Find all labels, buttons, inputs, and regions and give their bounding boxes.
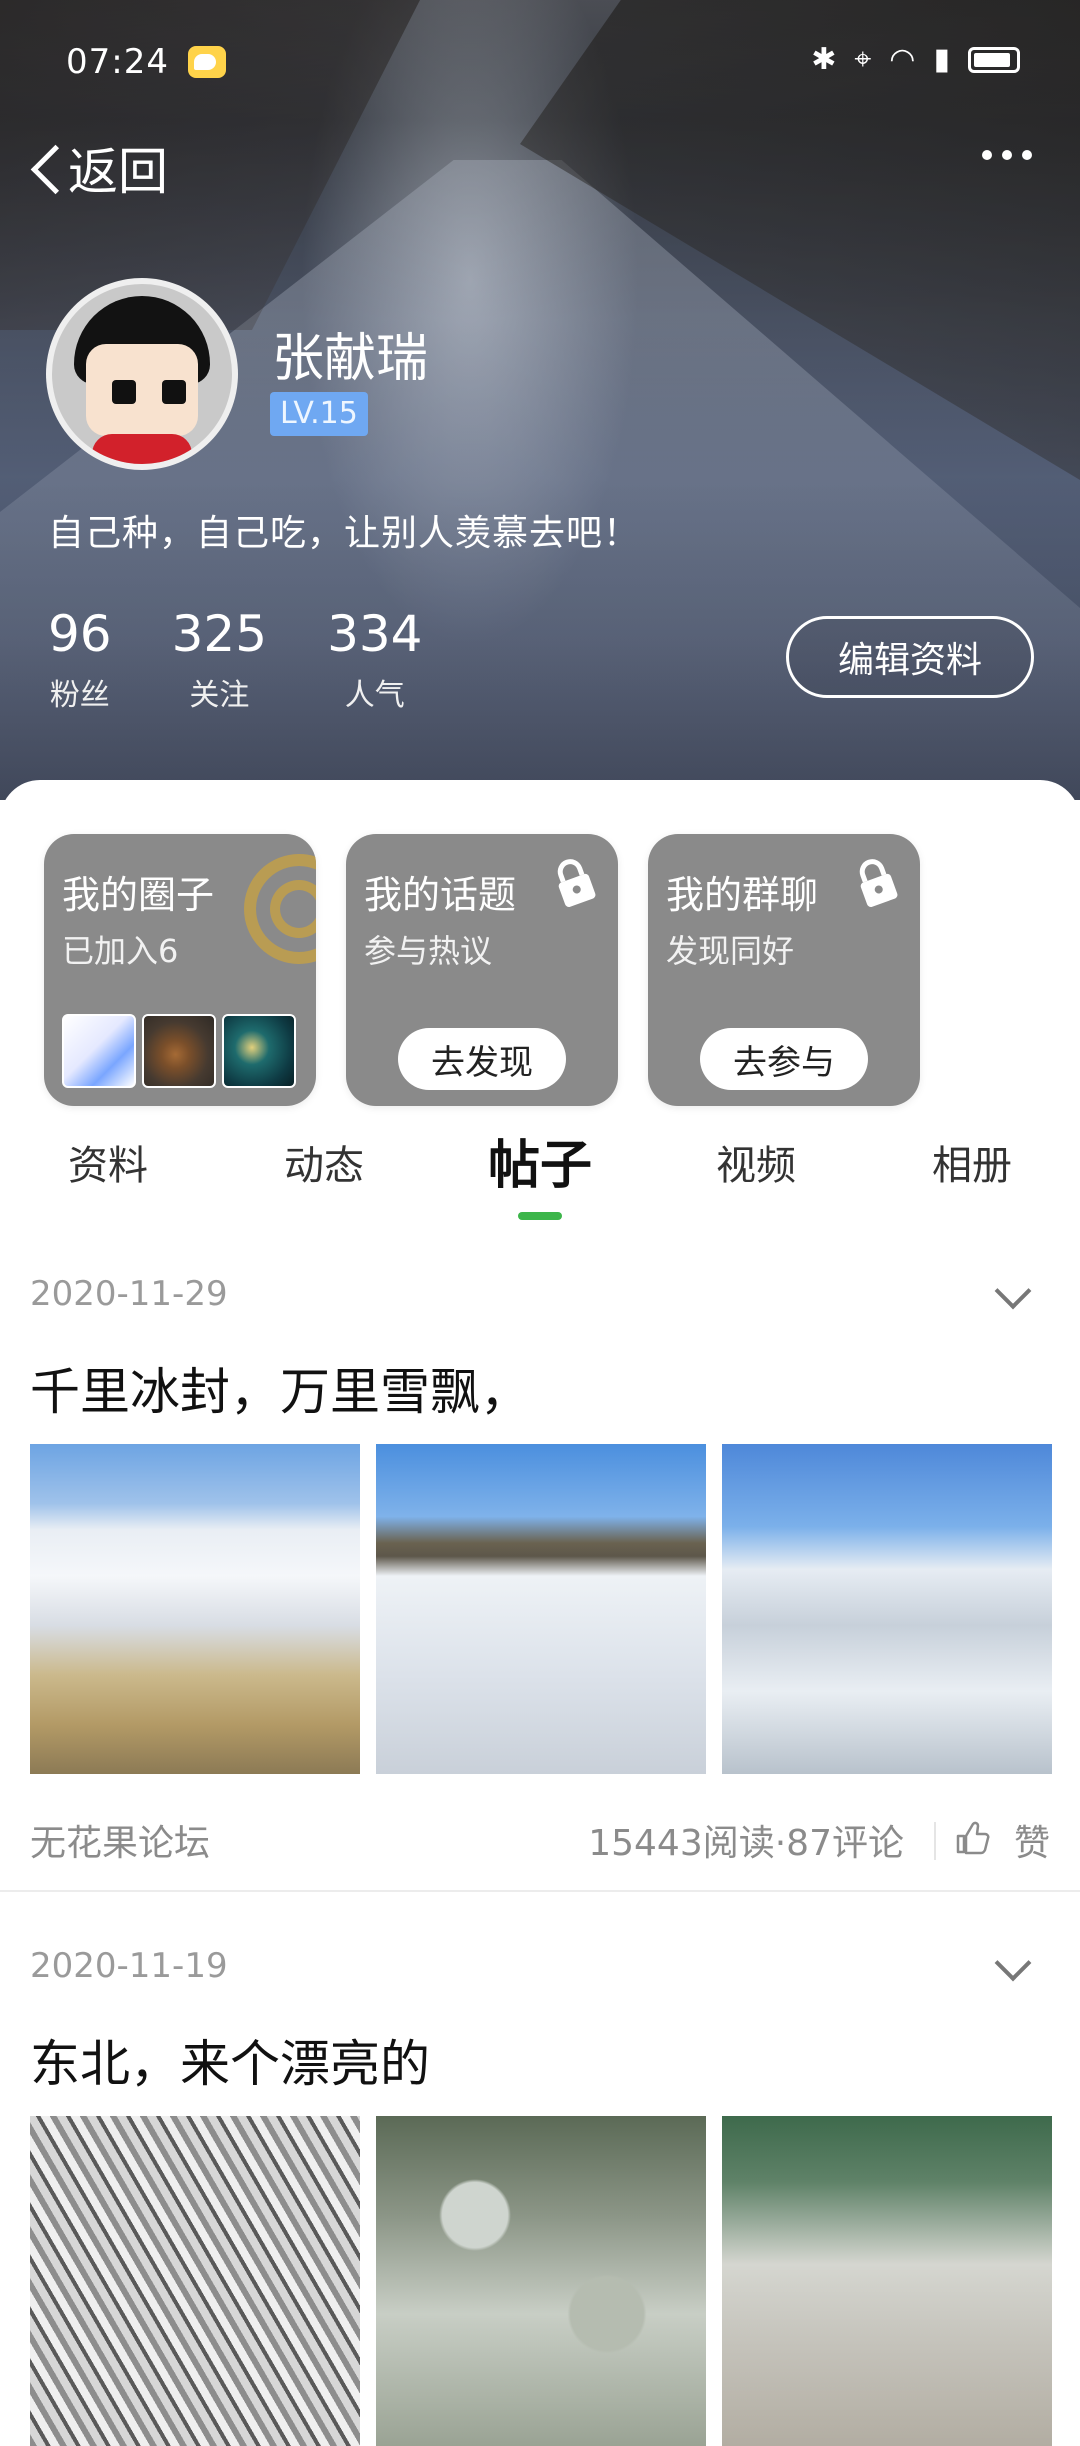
- edit-profile-button[interactable]: 编辑资料: [786, 616, 1034, 698]
- join-button[interactable]: 去参与: [700, 1028, 868, 1090]
- status-icons: ✱ ⌖ ◠ ▮: [811, 42, 1020, 77]
- username: 张献瑞: [272, 329, 429, 389]
- post-image[interactable]: [376, 2116, 706, 2446]
- stat-fans[interactable]: 96 粉丝: [48, 604, 112, 714]
- post-stats: 15443阅读·87评论: [588, 1823, 904, 1864]
- post-separator: [0, 1890, 1080, 1892]
- like-button[interactable]: 赞: [1014, 1814, 1050, 1866]
- profile-content-sheet: 我的圈子 已加入6 我的话题 参与热议 去发现 我的群聊 发现同好 去参与 资料…: [0, 780, 1080, 2446]
- back-button[interactable]: 返回: [24, 132, 168, 204]
- card-subtitle: 参与热议: [364, 932, 493, 970]
- card-title: 我的话题: [364, 873, 517, 917]
- active-tab-indicator: [518, 1212, 562, 1220]
- post-date: 2020-11-19: [30, 1946, 228, 1986]
- circle-thumbnail[interactable]: [222, 1014, 296, 1088]
- tab-posts[interactable]: 帖子: [450, 1126, 630, 1206]
- circle-thumbnail[interactable]: [142, 1014, 216, 1088]
- bluetooth-icon: ✱: [811, 42, 837, 77]
- chevron-down-icon[interactable]: [992, 1278, 1032, 1318]
- stat-popularity[interactable]: 334 人气: [327, 604, 422, 714]
- battery-icon: [968, 46, 1020, 73]
- discover-button[interactable]: 去发现: [398, 1028, 566, 1090]
- post-image[interactable]: [376, 1444, 706, 1774]
- stat-value: 96: [48, 605, 112, 663]
- chevron-down-icon[interactable]: [992, 1950, 1032, 1990]
- stat-label: 粉丝: [49, 678, 110, 713]
- status-bar: 07:24 ✱ ⌖ ◠ ▮: [0, 30, 1080, 100]
- profile-stats: 96 粉丝 325 关注 334 人气: [48, 604, 423, 714]
- location-icon: ⌖: [854, 42, 872, 77]
- card-subtitle: 已加入6: [62, 932, 179, 970]
- wifi-icon: ◠: [889, 42, 916, 77]
- lock-icon: [557, 859, 596, 908]
- card-title: 我的圈子: [62, 873, 215, 917]
- back-label: 返回: [68, 143, 168, 201]
- joined-circle-thumbnails: [62, 1014, 296, 1088]
- stat-value: 334: [327, 605, 423, 663]
- tab-videos[interactable]: 视频: [666, 1126, 846, 1206]
- notification-app-icon: [188, 46, 226, 78]
- card-my-circles[interactable]: 我的圈子 已加入6: [44, 834, 316, 1106]
- tab-activity[interactable]: 动态: [234, 1126, 414, 1206]
- tab-profile[interactable]: 资料: [18, 1126, 198, 1206]
- post-title[interactable]: 东北，来个漂亮的: [30, 2024, 430, 2096]
- post-image[interactable]: [30, 1444, 360, 1774]
- stat-label: 关注: [189, 678, 250, 713]
- level-badge: LV.15: [270, 392, 368, 436]
- lock-icon: [859, 859, 898, 908]
- post-item[interactable]: 2020-11-19 东北，来个漂亮的: [0, 1946, 1080, 2446]
- card-subtitle: 发现同好: [666, 932, 795, 970]
- profile-tabs: 资料 动态 帖子 视频 相册: [0, 1126, 1080, 1216]
- post-image[interactable]: [30, 2116, 360, 2446]
- avatar[interactable]: [46, 278, 238, 470]
- post-images: [30, 2116, 1052, 2446]
- stat-value: 325: [171, 605, 268, 663]
- feature-cards: 我的圈子 已加入6 我的话题 参与热议 去发现 我的群聊 发现同好 去参与: [44, 834, 920, 1106]
- profile-header-background: 07:24 ✱ ⌖ ◠ ▮ 返回 张献瑞 LV.15 自己种，自己吃，让别人羡慕…: [0, 0, 1080, 800]
- card-my-topics[interactable]: 我的话题 参与热议 去发现: [346, 834, 618, 1106]
- post-source[interactable]: 无花果论坛: [30, 1814, 210, 1866]
- card-title: 我的群聊: [666, 873, 819, 917]
- post-images: [30, 1444, 1052, 1774]
- status-time: 07:24: [66, 42, 169, 82]
- circle-ring-icon: [244, 854, 316, 964]
- chevron-left-icon: [24, 138, 64, 198]
- card-my-groups[interactable]: 我的群聊 发现同好 去参与: [648, 834, 920, 1106]
- profile-bio: 自己种，自己吃，让别人羡慕去吧！: [48, 513, 641, 554]
- post-date: 2020-11-29: [30, 1274, 228, 1314]
- hd-signal-icon: ▮: [933, 42, 950, 77]
- post-title[interactable]: 千里冰封，万里雪飘，: [30, 1352, 530, 1424]
- thumbs-up-icon[interactable]: [954, 1820, 990, 1856]
- post-footer: 无花果论坛 15443阅读·87评论 赞: [0, 1814, 1080, 1870]
- post-image[interactable]: [722, 2116, 1052, 2446]
- circle-thumbnail[interactable]: [62, 1014, 136, 1088]
- stat-label: 人气: [344, 678, 405, 713]
- stat-following[interactable]: 325 关注: [172, 604, 267, 714]
- tab-albums[interactable]: 相册: [882, 1126, 1062, 1206]
- more-options-icon[interactable]: [982, 150, 1032, 160]
- post-item[interactable]: 2020-11-29 千里冰封，万里雪飘， 无花果论坛 15443阅读·87评论…: [0, 1274, 1080, 1874]
- post-image[interactable]: [722, 1444, 1052, 1774]
